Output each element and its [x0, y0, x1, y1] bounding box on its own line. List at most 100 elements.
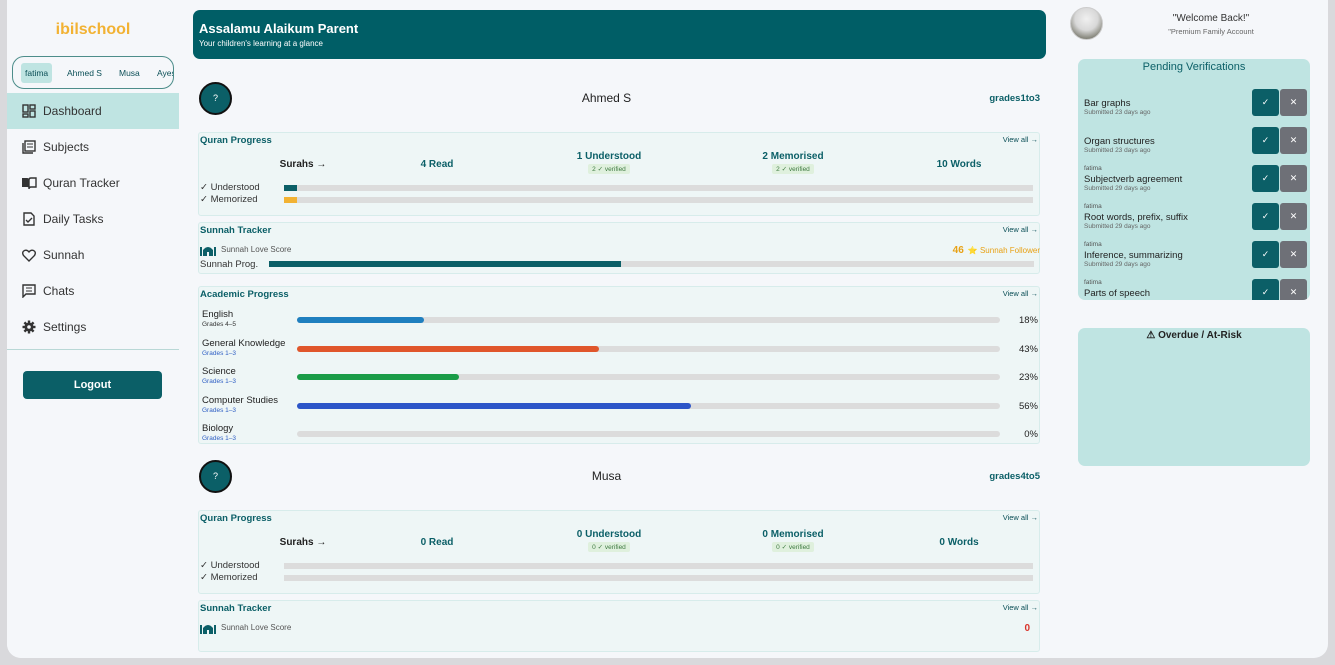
child-tab-musa[interactable]: Musa — [115, 63, 144, 83]
sunnah-progress-row: Sunnah Prog. — [200, 259, 1040, 271]
pending-item: Organ structures Submitted 23 days ago ✓ ✕ — [1084, 127, 1307, 157]
progress-track — [284, 197, 1033, 203]
progress-track — [284, 185, 1033, 191]
subject-percent: 23% — [1018, 372, 1038, 383]
surahs-link[interactable]: Surahs → — [243, 537, 363, 548]
score-level: ⭐ Sunnah Follower — [967, 246, 1040, 255]
card-title: Sunnah Tracker — [200, 603, 272, 614]
memorized-bar-row: ✓ Memorized — [199, 572, 1041, 584]
understood-label: ✓ Understood — [200, 182, 260, 193]
progress-track — [269, 261, 1034, 267]
child-grade: grades4to5 — [989, 471, 1040, 482]
read-count: 0 Read — [420, 537, 454, 548]
memorized-fill — [284, 197, 298, 203]
welcome-text: "Welcome Back!" — [1172, 13, 1250, 24]
understood-fill — [284, 185, 298, 191]
child-tab-ayesha[interactable]: Ayesha — [153, 63, 173, 83]
submitted-time: Submitted 29 days ago — [1084, 261, 1151, 268]
score-value: 46 — [952, 245, 964, 256]
logout-button[interactable]: Logout — [23, 371, 162, 399]
memorised-count: 2 Memorised — [762, 151, 824, 162]
task-icon — [21, 211, 37, 227]
chat-icon — [21, 283, 37, 299]
progress-track — [297, 374, 1000, 380]
view-all-link[interactable]: View all → — [1003, 135, 1038, 144]
academic-subject-row[interactable]: Computer Studies Grades 1–3 56% — [202, 395, 1038, 421]
memorized-label: ✓ Memorized — [200, 572, 258, 583]
approve-button[interactable]: ✓ — [1252, 165, 1279, 192]
sunnah-love-label: Sunnah Love Score — [221, 623, 292, 632]
view-all-link[interactable]: View all → — [1003, 289, 1038, 298]
subject-fill — [297, 374, 459, 380]
subject-percent: 18% — [1018, 315, 1038, 326]
view-all-link[interactable]: View all → — [1003, 225, 1038, 234]
approve-button[interactable]: ✓ — [1252, 279, 1279, 300]
memorised-count: 0 Memorised — [762, 529, 824, 540]
card-title: Quran Progress — [200, 135, 272, 146]
verified-badge: 0 ✓ verified — [588, 542, 630, 552]
submitted-time: Submitted 23 days ago — [1084, 147, 1151, 154]
memorized-label: ✓ Memorized — [200, 194, 258, 205]
pending-item: fatima Inference, summarizing Submitted 29… — [1084, 241, 1307, 271]
nav-label: Settings — [43, 320, 87, 334]
subject-percent: 43% — [1018, 343, 1038, 355]
submitted-time: Submitted 29 days ago — [1084, 223, 1151, 230]
progress-track — [297, 317, 1000, 323]
child-tab-ahmed[interactable]: Ahmed S — [63, 63, 106, 83]
academic-subject-row[interactable]: English Grades 4–5 18% — [202, 309, 1038, 335]
quran-progress-card: Quran Progress View all → Surahs → 0 Rea… — [198, 510, 1040, 594]
understood-stat: 1 Understood 2 ✓ verified — [549, 151, 669, 174]
understood-count: 0 Understood — [576, 529, 642, 540]
nav-daily-tasks[interactable]: Daily Tasks — [7, 201, 179, 237]
subject-fill — [297, 345, 600, 352]
nav-settings[interactable]: Settings — [7, 309, 179, 345]
sunnah-tracker-card: Sunnah Tracker View all → Sunnah Love Sc… — [198, 600, 1040, 652]
child-name: fatima — [1084, 203, 1102, 210]
nav-chats[interactable]: Chats — [7, 273, 179, 309]
child-name: fatima — [1084, 279, 1102, 286]
sunnah-love-label: Sunnah Love Score — [221, 245, 292, 254]
pending-item: Bar graphs Submitted 23 days ago ✓ ✕ — [1084, 89, 1307, 119]
academic-subject-row[interactable]: Science Grades 1–3 23% — [202, 366, 1038, 392]
reject-button[interactable]: ✕ — [1280, 279, 1307, 300]
account-type: "Premium Family Account — [1168, 27, 1254, 36]
progress-track — [297, 402, 1000, 409]
reject-button[interactable]: ✕ — [1280, 203, 1307, 230]
card-title: Academic Progress — [200, 289, 289, 300]
subject-percent: 0% — [1024, 429, 1038, 440]
child-header: ? Ahmed S grades1to3 — [199, 82, 1040, 116]
surahs-link[interactable]: Surahs → — [243, 159, 363, 170]
approve-button[interactable]: ✓ — [1252, 89, 1279, 116]
nav-dashboard[interactable]: Dashboard — [7, 93, 179, 129]
progress-track — [284, 575, 1033, 581]
view-all-link[interactable]: View all → — [1003, 603, 1038, 612]
read-count: 4 Read — [420, 159, 454, 170]
academic-subject-row[interactable]: General Knowledge Grades 1–3 43% — [202, 338, 1038, 364]
reject-button[interactable]: ✕ — [1280, 127, 1307, 154]
banner-subtitle: Your children's learning at a glance — [199, 39, 323, 48]
child-tab-fatima[interactable]: fatima — [21, 63, 53, 83]
child-selector: fatima Ahmed S Musa Ayesha — [12, 56, 174, 89]
view-all-link[interactable]: View all → — [1003, 513, 1038, 522]
subject-grade: Grades 4–5 — [202, 321, 236, 328]
nav-subjects[interactable]: Subjects — [7, 129, 179, 165]
sunnah-score: 46 ⭐ Sunnah Follower — [953, 245, 1040, 256]
reject-button[interactable]: ✕ — [1280, 165, 1307, 192]
subject-grade: Grades 1–3 — [202, 406, 236, 414]
mosque-icon — [200, 247, 216, 256]
user-avatar[interactable] — [1070, 7, 1103, 40]
reject-button[interactable]: ✕ — [1280, 89, 1307, 116]
card-title: Sunnah Tracker — [200, 225, 272, 236]
reject-button[interactable]: ✕ — [1280, 241, 1307, 268]
nav-quran-tracker[interactable]: Quran Tracker — [7, 165, 179, 201]
quran-bars: ✓ Understood ✓ Memorized — [199, 182, 1041, 206]
score-value: 0 — [1024, 623, 1030, 634]
nav-sunnah[interactable]: Sunnah — [7, 237, 179, 273]
approve-button[interactable]: ✓ — [1252, 241, 1279, 268]
subject-name: English — [202, 309, 234, 320]
progress-track — [297, 345, 1000, 352]
approve-button[interactable]: ✓ — [1252, 203, 1279, 230]
academic-subject-row[interactable]: Biology Grades 1–3 0% — [202, 423, 1038, 449]
approve-button[interactable]: ✓ — [1252, 127, 1279, 154]
child-name: Ahmed S — [581, 91, 632, 105]
